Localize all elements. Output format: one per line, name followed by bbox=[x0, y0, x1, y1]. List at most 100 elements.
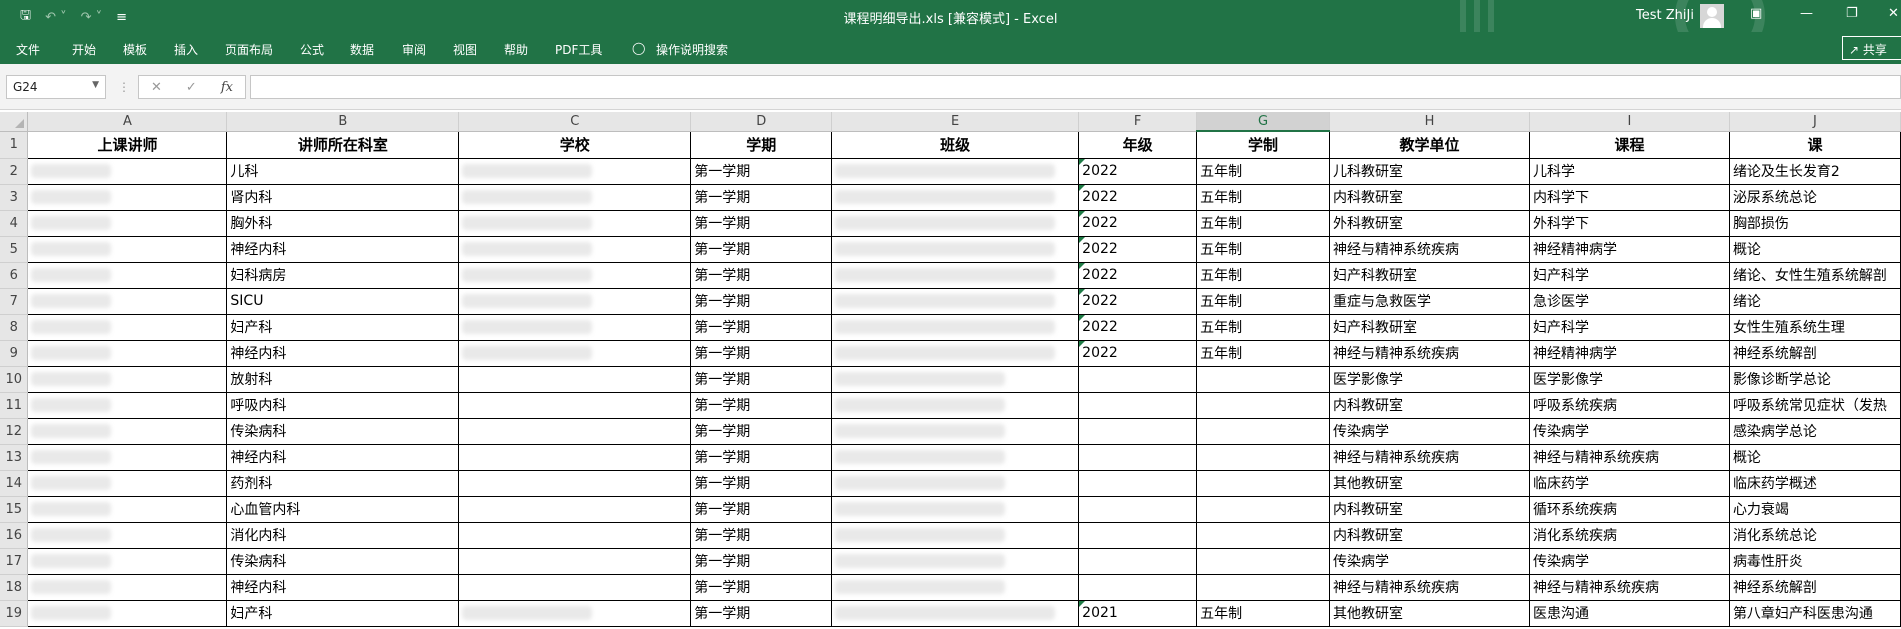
cell-class[interactable] bbox=[831, 209, 1080, 237]
cell-teacher[interactable] bbox=[27, 547, 228, 575]
cell-department[interactable]: 儿科 bbox=[226, 157, 460, 185]
name-box[interactable]: G24 ▼ bbox=[6, 75, 106, 99]
cell-system[interactable]: 五年制 bbox=[1196, 287, 1331, 315]
cell-teacher[interactable] bbox=[27, 339, 228, 367]
cell-teacher[interactable] bbox=[27, 157, 228, 185]
row-header[interactable]: 1 bbox=[0, 131, 29, 159]
cell-grade[interactable]: 2022 bbox=[1078, 209, 1198, 237]
cell-term[interactable]: 第一学期 bbox=[690, 365, 833, 393]
cell-class[interactable] bbox=[831, 183, 1080, 211]
cell-system[interactable]: 五年制 bbox=[1196, 313, 1331, 341]
cell-school[interactable] bbox=[458, 547, 692, 575]
column-header-a[interactable]: A bbox=[27, 112, 228, 132]
row-header[interactable]: 14 bbox=[0, 470, 29, 497]
cell-topic[interactable]: 概论 bbox=[1728, 443, 1901, 471]
cell-class[interactable] bbox=[831, 443, 1080, 471]
cell-system[interactable] bbox=[1196, 391, 1331, 419]
cell-system[interactable] bbox=[1196, 495, 1331, 523]
cell-system[interactable]: 五年制 bbox=[1196, 339, 1331, 367]
cell-class[interactable] bbox=[831, 599, 1080, 627]
tab-formulas[interactable]: 公式 bbox=[300, 41, 324, 58]
cell-unit[interactable]: 妇产科教研室 bbox=[1329, 261, 1530, 289]
cell-term[interactable]: 第一学期 bbox=[690, 521, 833, 549]
cell-unit[interactable]: 其他教研室 bbox=[1329, 469, 1530, 497]
cell-term[interactable]: 第一学期 bbox=[690, 183, 833, 211]
cell-unit[interactable]: 儿科教研室 bbox=[1329, 157, 1530, 185]
cell-course[interactable]: 神经与精神系统疾病 bbox=[1528, 443, 1730, 471]
tell-me-search[interactable]: 操作说明搜索 bbox=[656, 41, 728, 58]
cell-term[interactable]: 第一学期 bbox=[690, 157, 833, 185]
cell-unit[interactable]: 重症与急救医学 bbox=[1329, 287, 1530, 315]
cell-topic[interactable]: 临床药学概述 bbox=[1728, 469, 1901, 497]
cell-class[interactable] bbox=[831, 365, 1080, 393]
cell-system[interactable]: 五年制 bbox=[1196, 235, 1331, 263]
row-header[interactable]: 13 bbox=[0, 444, 29, 471]
cell-department[interactable]: 传染病科 bbox=[226, 547, 460, 575]
cell-topic[interactable]: 泌尿系统总论 bbox=[1728, 183, 1901, 211]
cell-term[interactable]: 第一学期 bbox=[690, 235, 833, 263]
tab-template[interactable]: 模板 bbox=[123, 41, 147, 58]
tab-file[interactable]: 文件 bbox=[16, 41, 40, 58]
row-header[interactable]: 12 bbox=[0, 418, 29, 445]
enter-icon[interactable]: ✓ bbox=[186, 80, 197, 95]
cell-system[interactable] bbox=[1196, 443, 1331, 471]
cell-grade[interactable] bbox=[1078, 573, 1198, 601]
cell-grade[interactable]: 2022 bbox=[1078, 261, 1198, 289]
cell-topic[interactable]: 影像诊断学总论 bbox=[1728, 365, 1901, 393]
cell-class[interactable] bbox=[831, 261, 1080, 289]
cancel-icon[interactable]: ✕ bbox=[151, 80, 162, 95]
save-icon[interactable]: 🖫 bbox=[20, 6, 31, 28]
cell-department[interactable]: 肾内科 bbox=[226, 183, 460, 211]
cell-class[interactable] bbox=[831, 313, 1080, 341]
cell-term[interactable]: 第一学期 bbox=[690, 287, 833, 315]
chevron-down-icon[interactable]: ▼ bbox=[92, 80, 99, 90]
share-button[interactable]: ↗ 共享 bbox=[1842, 36, 1901, 60]
cell-topic[interactable]: 神经系统解剖 bbox=[1728, 339, 1901, 367]
cell-school[interactable] bbox=[458, 417, 692, 445]
cell-school[interactable] bbox=[458, 313, 692, 341]
cell-course[interactable]: 神经精神病学 bbox=[1528, 339, 1730, 367]
cell-teacher[interactable] bbox=[27, 443, 228, 471]
row-header[interactable]: 16 bbox=[0, 522, 29, 549]
cell-class[interactable] bbox=[831, 391, 1080, 419]
cell-topic[interactable]: 胸部损伤 bbox=[1728, 209, 1901, 237]
cell-school[interactable] bbox=[458, 209, 692, 237]
cell-topic[interactable]: 心力衰竭 bbox=[1728, 495, 1901, 523]
cell-grade[interactable] bbox=[1078, 443, 1198, 471]
cell-school[interactable] bbox=[458, 339, 692, 367]
cell-class[interactable] bbox=[831, 495, 1080, 523]
cell-unit[interactable]: 内科教研室 bbox=[1329, 521, 1530, 549]
cell-course[interactable]: 传染病学 bbox=[1528, 547, 1730, 575]
cell-grade[interactable] bbox=[1078, 417, 1198, 445]
tab-home[interactable]: 开始 bbox=[72, 41, 96, 58]
customize-qat-icon[interactable]: ≡ bbox=[116, 10, 127, 25]
cell-class[interactable] bbox=[831, 573, 1080, 601]
cell-system[interactable] bbox=[1196, 521, 1331, 549]
cell-term[interactable]: 第一学期 bbox=[690, 209, 833, 237]
row-header[interactable]: 19 bbox=[0, 600, 29, 627]
row-header[interactable]: 18 bbox=[0, 574, 29, 601]
cell-school[interactable] bbox=[458, 599, 692, 627]
cell-teacher[interactable] bbox=[27, 209, 228, 237]
cell-term[interactable]: 第一学期 bbox=[690, 599, 833, 627]
tab-review[interactable]: 审阅 bbox=[402, 41, 426, 58]
header-cell-j[interactable]: 课 bbox=[1728, 130, 1901, 159]
cell-teacher[interactable] bbox=[27, 313, 228, 341]
cell-term[interactable]: 第一学期 bbox=[690, 495, 833, 523]
cell-topic[interactable]: 病毒性肝炎 bbox=[1728, 547, 1901, 575]
cell-term[interactable]: 第一学期 bbox=[690, 417, 833, 445]
cell-term[interactable]: 第一学期 bbox=[690, 469, 833, 497]
tab-insert[interactable]: 插入 bbox=[174, 41, 198, 58]
cell-course[interactable]: 儿科学 bbox=[1528, 157, 1730, 185]
column-header-e[interactable]: E bbox=[831, 112, 1080, 132]
cell-topic[interactable]: 绪论 bbox=[1728, 287, 1901, 315]
cell-department[interactable]: 神经内科 bbox=[226, 339, 460, 367]
cell-course[interactable]: 医学影像学 bbox=[1528, 365, 1730, 393]
cell-unit[interactable]: 传染病学 bbox=[1329, 547, 1530, 575]
undo-icon[interactable]: ↶ ˅ bbox=[45, 10, 67, 25]
tab-page-layout[interactable]: 页面布局 bbox=[225, 41, 273, 58]
row-header[interactable]: 15 bbox=[0, 496, 29, 523]
cell-school[interactable] bbox=[458, 573, 692, 601]
header-cell-h[interactable]: 教学单位 bbox=[1329, 130, 1530, 159]
cell-topic[interactable]: 呼吸系统常见症状（发热 bbox=[1728, 391, 1901, 419]
